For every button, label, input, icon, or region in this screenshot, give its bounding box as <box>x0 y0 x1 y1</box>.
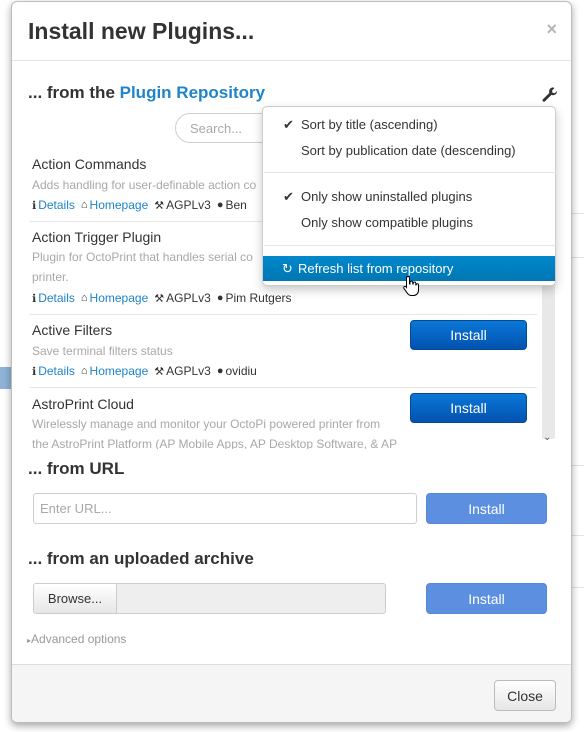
plugin-description: the AstroPrint Platform (AP Mobile Apps,… <box>32 437 398 449</box>
wrench-icon[interactable] <box>541 86 559 104</box>
plugin-license: AGPLv3 <box>166 198 211 212</box>
install-from-url-button[interactable]: Install <box>426 493 547 524</box>
plugin-license: AGPLv3 <box>166 291 211 305</box>
plugin-author: ovidiu <box>225 364 257 378</box>
menu-item-label: Sort by title (ascending) <box>301 117 438 132</box>
dialog-footer: Close <box>12 664 571 722</box>
user-icon: ● <box>216 292 224 304</box>
install-button[interactable]: Install <box>410 320 527 350</box>
plugin-url-input[interactable] <box>33 493 417 524</box>
homepage-link[interactable]: Homepage <box>90 198 149 212</box>
plugin-description: Plugin for OctoPrint that handles serial… <box>32 250 253 264</box>
background-divider <box>572 213 584 214</box>
check-icon: ✔ <box>283 117 294 132</box>
hand-cursor-icon <box>403 275 419 296</box>
advanced-options-toggle[interactable]: ▸Advanced options <box>27 632 126 646</box>
plugin-list-item: Active Filters Save terminal filters sta… <box>30 315 537 388</box>
menu-item-label: Refresh list from repository <box>298 261 454 276</box>
menu-item-label: Sort by publication date (descending) <box>301 143 516 158</box>
close-button[interactable]: Close <box>494 680 556 711</box>
close-icon[interactable]: × <box>546 20 557 38</box>
background-divider <box>572 465 584 466</box>
info-icon: ℹ <box>32 199 37 212</box>
install-button[interactable]: Install <box>410 393 527 423</box>
gavel-icon: ⚒ <box>154 292 165 305</box>
plugin-name: Active Filters <box>32 322 113 338</box>
background-divider <box>572 257 584 258</box>
home-icon: ⌂ <box>80 365 88 377</box>
menu-divider <box>264 172 556 173</box>
chevron-down-icon[interactable]: ⌄ <box>543 432 551 443</box>
menu-item-label: Only show compatible plugins <box>301 215 473 230</box>
plugin-name: AstroPrint Cloud <box>32 396 134 412</box>
plugin-list-item: AstroPrint Cloud Wirelessly manage and m… <box>30 388 537 449</box>
gavel-icon: ⚒ <box>154 365 165 378</box>
homepage-link[interactable]: Homepage <box>90 291 149 305</box>
plugin-name: Action Commands <box>32 156 147 172</box>
homepage-link[interactable]: Homepage <box>90 364 149 378</box>
advanced-options-label: Advanced options <box>31 632 127 646</box>
plugin-description: printer. <box>32 270 69 284</box>
from-url-heading: ... from URL <box>28 459 125 478</box>
repository-options-menu: ✔ Sort by title (ascending) Sort by publ… <box>262 106 556 286</box>
dialog-header: Install new Plugins... × <box>12 2 571 61</box>
background-divider <box>572 587 584 588</box>
plugin-description: Wirelessly manage and monitor your OctoP… <box>32 417 381 431</box>
user-icon: ● <box>216 365 224 377</box>
home-icon: ⌂ <box>80 199 88 211</box>
repository-section-heading: ... from the Plugin Repository <box>28 83 265 103</box>
info-icon: ℹ <box>32 365 37 378</box>
plugin-description: Save terminal filters status <box>32 344 173 358</box>
background-page-fragment <box>0 367 11 389</box>
user-icon: ● <box>216 199 224 211</box>
menu-item-label: Only show uninstalled plugins <box>301 189 473 204</box>
check-icon: ✔ <box>283 189 294 204</box>
install-from-archive-button[interactable]: Install <box>426 583 547 614</box>
plugin-repository-link[interactable]: Plugin Repository <box>120 83 265 102</box>
plugin-author: Ben <box>225 198 247 212</box>
plugin-meta: ℹ Details ⌂ Homepage ⚒ AGPLv3 ● ovidiu <box>32 364 257 378</box>
background-divider <box>572 535 584 536</box>
info-icon: ℹ <box>32 292 37 305</box>
menu-item-show-compatible[interactable]: Only show compatible plugins <box>263 211 555 235</box>
dialog-title: Install new Plugins... <box>28 18 255 44</box>
menu-item-sort-date[interactable]: Sort by publication date (descending) <box>263 139 555 163</box>
gavel-icon: ⚒ <box>154 199 165 212</box>
details-link[interactable]: Details <box>38 364 75 378</box>
menu-divider <box>264 245 556 246</box>
plugin-name: Action Trigger Plugin <box>32 229 162 245</box>
browse-button[interactable]: Browse... <box>34 584 117 613</box>
repository-heading-prefix: ... from the <box>28 83 120 102</box>
archive-file-input[interactable]: Browse... <box>33 583 386 614</box>
plugin-description: Adds handling for user-definable action … <box>32 178 257 192</box>
menu-item-show-uninstalled[interactable]: ✔ Only show uninstalled plugins <box>263 185 555 209</box>
menu-item-sort-title[interactable]: ✔ Sort by title (ascending) <box>263 113 555 137</box>
details-link[interactable]: Details <box>38 291 75 305</box>
plugin-license: AGPLv3 <box>166 364 211 378</box>
plugin-meta: ℹ Details ⌂ Homepage ⚒ AGPLv3 ● Pim Rutgers <box>32 291 292 305</box>
refresh-icon: ↻ <box>282 261 293 276</box>
from-archive-heading: ... from an uploaded archive <box>28 549 254 568</box>
details-link[interactable]: Details <box>38 198 75 212</box>
home-icon: ⌂ <box>80 292 88 304</box>
plugin-meta: ℹ Details ⌂ Homepage ⚒ AGPLv3 ● Ben <box>32 198 247 212</box>
plugin-author: Pim Rutgers <box>225 291 292 305</box>
